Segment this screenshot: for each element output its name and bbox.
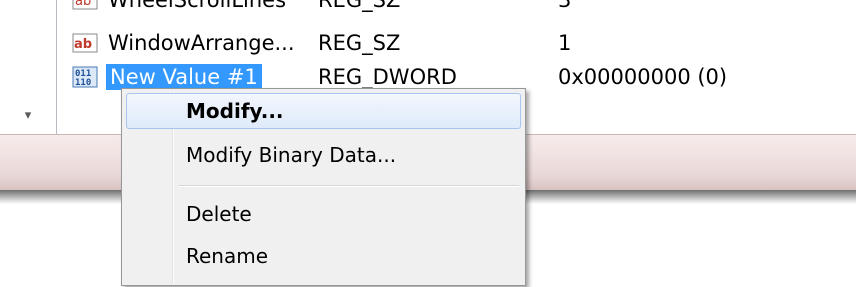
binary-value-icon: 011 110 xyxy=(72,66,98,88)
scroll-down-arrow-icon[interactable]: ▾ xyxy=(18,102,38,130)
value-type: REG_SZ xyxy=(318,0,401,12)
tree-scroll-column: ▾ xyxy=(0,0,57,134)
menu-item-label: Delete xyxy=(186,202,252,226)
value-data: 3 xyxy=(558,0,572,12)
value-data: 1 xyxy=(558,31,572,55)
svg-text:ab: ab xyxy=(75,0,91,9)
menu-separator xyxy=(178,185,519,187)
svg-text:ab: ab xyxy=(74,37,92,52)
svg-text:110: 110 xyxy=(75,78,91,88)
value-name: WheelScrollLines xyxy=(108,0,287,12)
string-value-icon: ab xyxy=(72,33,98,53)
string-value-icon: ab xyxy=(72,0,98,10)
value-data: 0x00000000 (0) xyxy=(558,65,728,89)
context-menu: Modify... Modify Binary Data... Delete R… xyxy=(121,88,526,286)
menu-item-label: Rename xyxy=(186,244,269,268)
registry-row[interactable]: ab WheelScrollLines REG_SZ 3 xyxy=(68,0,828,17)
menu-item-modify-binary[interactable]: Modify Binary Data... xyxy=(126,137,519,173)
registry-row[interactable]: ab WindowArrange... REG_SZ 1 xyxy=(68,26,828,60)
menu-item-label: Modify Binary Data... xyxy=(186,143,397,167)
value-name: WindowArrange... xyxy=(108,31,295,55)
value-type: REG_SZ xyxy=(318,31,401,55)
value-name[interactable]: New Value #1 xyxy=(106,64,262,90)
menu-item-rename[interactable]: Rename xyxy=(126,238,519,274)
menu-item-modify[interactable]: Modify... xyxy=(126,93,521,129)
menu-item-delete[interactable]: Delete xyxy=(126,196,519,232)
menu-item-label: Modify... xyxy=(186,99,284,123)
